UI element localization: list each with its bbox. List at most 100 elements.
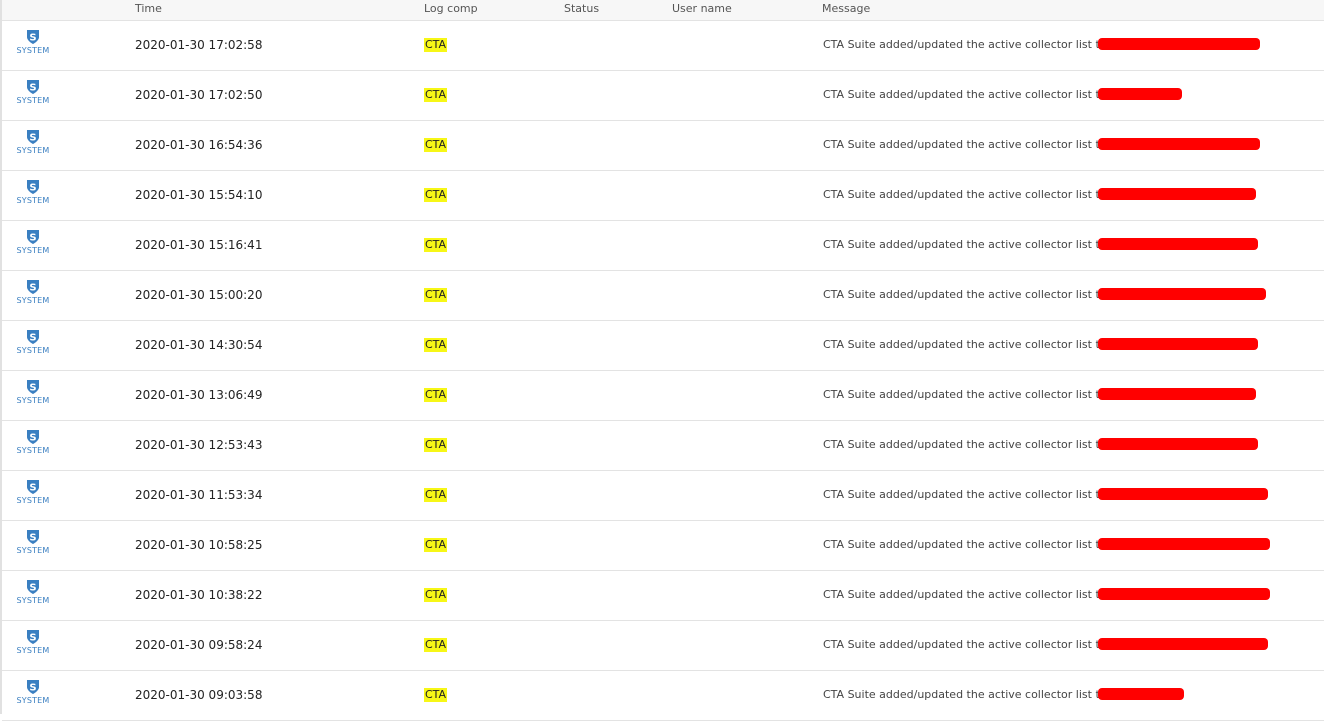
table-row[interactable]: S SYSTEM 2020-01-30 17:02:50 CTA CTA Suite a… — [2, 71, 1324, 121]
redaction-mark — [1098, 538, 1270, 550]
cell-message: CTA Suite added/updated the active colle… — [823, 338, 1107, 351]
app-label: SYSTEM — [16, 446, 50, 455]
table-row[interactable]: S SYSTEM 2020-01-30 10:58:25 CTA CTA Suite a… — [2, 521, 1324, 571]
cell-time: 2020-01-30 14:30:54 — [135, 338, 263, 352]
table-row[interactable]: S SYSTEM 2020-01-30 13:06:49 CTA CTA Suite a… — [2, 371, 1324, 421]
redaction-mark — [1098, 438, 1258, 450]
cell-log-comp: CTA — [424, 188, 448, 202]
svg-text:S: S — [29, 683, 36, 694]
redaction-mark — [1098, 88, 1182, 100]
cell-log-comp: CTA — [424, 638, 448, 652]
table-row[interactable]: S SYSTEM 2020-01-30 09:58:24 CTA CTA Suite a… — [2, 621, 1324, 671]
svg-text:S: S — [29, 233, 36, 244]
cell-time: 2020-01-30 15:00:20 — [135, 288, 263, 302]
cell-message: CTA Suite added/updated the active colle… — [823, 138, 1107, 151]
cell-log-comp: CTA — [424, 38, 448, 52]
app-badge: S SYSTEM — [10, 629, 56, 656]
cell-message: CTA Suite added/updated the active colle… — [823, 388, 1107, 401]
cell-time: 2020-01-30 16:54:36 — [135, 138, 263, 152]
app-label: SYSTEM — [16, 596, 50, 605]
shield-s-icon: S — [27, 280, 39, 294]
svg-text:S: S — [29, 583, 36, 594]
table-row[interactable]: S SYSTEM 2020-01-30 15:54:10 CTA CTA Suite a… — [2, 171, 1324, 221]
cell-message: CTA Suite added/updated the active colle… — [823, 538, 1107, 551]
cell-time: 2020-01-30 09:03:58 — [135, 688, 263, 702]
redaction-mark — [1098, 188, 1256, 200]
cell-time: 2020-01-30 11:53:34 — [135, 488, 263, 502]
app-badge: S SYSTEM — [10, 579, 56, 606]
cell-time: 2020-01-30 15:16:41 — [135, 238, 263, 252]
redaction-mark — [1098, 288, 1266, 300]
table-row[interactable]: S SYSTEM 2020-01-30 12:53:43 CTA CTA Suite a… — [2, 421, 1324, 471]
cell-message: CTA Suite added/updated the active colle… — [823, 488, 1107, 501]
cell-time: 2020-01-30 15:54:10 — [135, 188, 263, 202]
cell-message: CTA Suite added/updated the active colle… — [823, 588, 1107, 601]
column-header-message[interactable]: Message — [822, 2, 870, 16]
table-row[interactable]: S SYSTEM 2020-01-30 16:54:36 CTA CTA Suite a… — [2, 121, 1324, 171]
app-label: SYSTEM — [16, 346, 50, 355]
svg-text:S: S — [29, 83, 36, 94]
cell-message: CTA Suite added/updated the active colle… — [823, 638, 1107, 651]
app-badge: S SYSTEM — [10, 329, 56, 356]
app-label: SYSTEM — [16, 246, 50, 255]
app-badge: S SYSTEM — [10, 129, 56, 156]
shield-s-icon: S — [27, 480, 39, 494]
cell-message: CTA Suite added/updated the active colle… — [823, 688, 1107, 701]
app-label: SYSTEM — [16, 496, 50, 505]
cell-message: CTA Suite added/updated the active colle… — [823, 288, 1107, 301]
cell-message: CTA Suite added/updated the active colle… — [823, 438, 1107, 451]
cell-log-comp: CTA — [424, 338, 448, 352]
column-header-log-comp[interactable]: Log comp — [424, 2, 478, 16]
table-row[interactable]: S SYSTEM 2020-01-30 17:02:58 CTA CTA Suite a… — [2, 21, 1324, 71]
cell-time: 2020-01-30 17:02:58 — [135, 38, 263, 52]
shield-s-icon: S — [27, 130, 39, 144]
svg-text:S: S — [29, 33, 36, 44]
redaction-mark — [1098, 488, 1268, 500]
shield-s-icon: S — [27, 680, 39, 694]
cell-time: 2020-01-30 17:02:50 — [135, 88, 263, 102]
app-badge: S SYSTEM — [10, 29, 56, 56]
app-badge: S SYSTEM — [10, 429, 56, 456]
table-row[interactable]: S SYSTEM 2020-01-30 09:03:58 CTA CTA Suite a… — [2, 671, 1324, 721]
shield-s-icon: S — [27, 180, 39, 194]
table-row[interactable]: S SYSTEM 2020-01-30 14:30:54 CTA CTA Suite a… — [2, 321, 1324, 371]
svg-text:S: S — [29, 533, 36, 544]
svg-text:S: S — [29, 433, 36, 444]
cell-time: 2020-01-30 12:53:43 — [135, 438, 263, 452]
table-row[interactable]: S SYSTEM 2020-01-30 10:38:22 CTA CTA Suite a… — [2, 571, 1324, 621]
svg-text:S: S — [29, 183, 36, 194]
svg-text:S: S — [29, 333, 36, 344]
svg-text:S: S — [29, 483, 36, 494]
redaction-mark — [1098, 238, 1258, 250]
app-label: SYSTEM — [16, 296, 50, 305]
app-badge: S SYSTEM — [10, 679, 56, 706]
column-header-status[interactable]: Status — [564, 2, 599, 16]
shield-s-icon: S — [27, 630, 39, 644]
cell-message: CTA Suite added/updated the active colle… — [823, 188, 1107, 201]
cell-log-comp: CTA — [424, 538, 448, 552]
app-label: SYSTEM — [16, 196, 50, 205]
table-row[interactable]: S SYSTEM 2020-01-30 15:16:41 CTA CTA Suite a… — [2, 221, 1324, 271]
cell-log-comp: CTA — [424, 588, 448, 602]
app-label: SYSTEM — [16, 146, 50, 155]
cell-log-comp: CTA — [424, 688, 448, 702]
cell-log-comp: CTA — [424, 488, 448, 502]
cell-log-comp: CTA — [424, 288, 448, 302]
table-header: Time Log comp Status User name Message — [2, 0, 1324, 21]
app-badge: S SYSTEM — [10, 229, 56, 256]
cell-message: CTA Suite added/updated the active colle… — [823, 238, 1107, 251]
app-label: SYSTEM — [16, 46, 50, 55]
column-header-user-name[interactable]: User name — [672, 2, 732, 16]
app-label: SYSTEM — [16, 96, 50, 105]
shield-s-icon: S — [27, 80, 39, 94]
redaction-mark — [1098, 588, 1270, 600]
table-row[interactable]: S SYSTEM 2020-01-30 11:53:34 CTA CTA Suite a… — [2, 471, 1324, 521]
table-row[interactable]: S SYSTEM 2020-01-30 15:00:20 CTA CTA Suite a… — [2, 271, 1324, 321]
shield-s-icon: S — [27, 580, 39, 594]
app-badge: S SYSTEM — [10, 479, 56, 506]
column-header-time[interactable]: Time — [135, 2, 162, 16]
cell-message: CTA Suite added/updated the active colle… — [823, 88, 1107, 101]
app-badge: S SYSTEM — [10, 529, 56, 556]
cell-log-comp: CTA — [424, 88, 448, 102]
cell-time: 2020-01-30 10:38:22 — [135, 588, 263, 602]
